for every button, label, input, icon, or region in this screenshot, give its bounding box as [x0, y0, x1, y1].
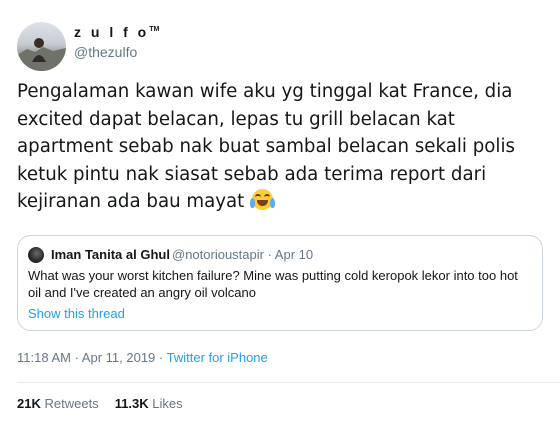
author-display-name[interactable]: z u l f oTM: [74, 24, 159, 40]
author-handle[interactable]: @thezulfo: [74, 44, 137, 60]
show-thread-link[interactable]: Show this thread: [28, 306, 125, 321]
tweet-source-link[interactable]: Twitter for iPhone: [167, 350, 268, 365]
quoted-author-avatar: [28, 247, 44, 263]
author-avatar[interactable]: [17, 22, 66, 71]
tweet-timestamp[interactable]: 11:18 AM · Apr 11, 2019 ·: [17, 350, 167, 365]
quoted-tweet[interactable]: Iman Tanita al Ghul @notorioustapir · Ap…: [17, 235, 543, 331]
tweet-body: Pengalaman kawan wife aku yg tinggal kat…: [17, 78, 552, 216]
retweets-stat[interactable]: 21K Retweets: [17, 396, 99, 411]
tweet-metadata: 11:18 AM · Apr 11, 2019 · Twitter for iP…: [17, 350, 268, 365]
tweet-card: z u l f oTM @thezulfo Pengalaman kawan w…: [0, 0, 560, 425]
quoted-author-name: Iman Tanita al Ghul: [51, 247, 170, 262]
display-name-text: z u l f o: [74, 24, 150, 40]
likes-stat[interactable]: 11.3K Likes: [115, 396, 183, 411]
retweets-count: 21K: [17, 396, 41, 411]
trademark-mark: TM: [149, 26, 160, 33]
divider: [17, 382, 560, 383]
quoted-author-handle-date: @notorioustapir · Apr 10: [172, 247, 314, 262]
likes-label: Likes: [152, 396, 183, 411]
retweets-label: Retweets: [44, 396, 99, 411]
avatar-photo: [17, 38, 66, 71]
quoted-tweet-text: What was your worst kitchen failure? Min…: [28, 268, 518, 300]
likes-count: 11.3K: [114, 396, 149, 411]
tears-of-joy-emoji-icon: [250, 189, 276, 210]
tweet-stats: 21K Retweets 11.3K Likes: [17, 396, 183, 411]
